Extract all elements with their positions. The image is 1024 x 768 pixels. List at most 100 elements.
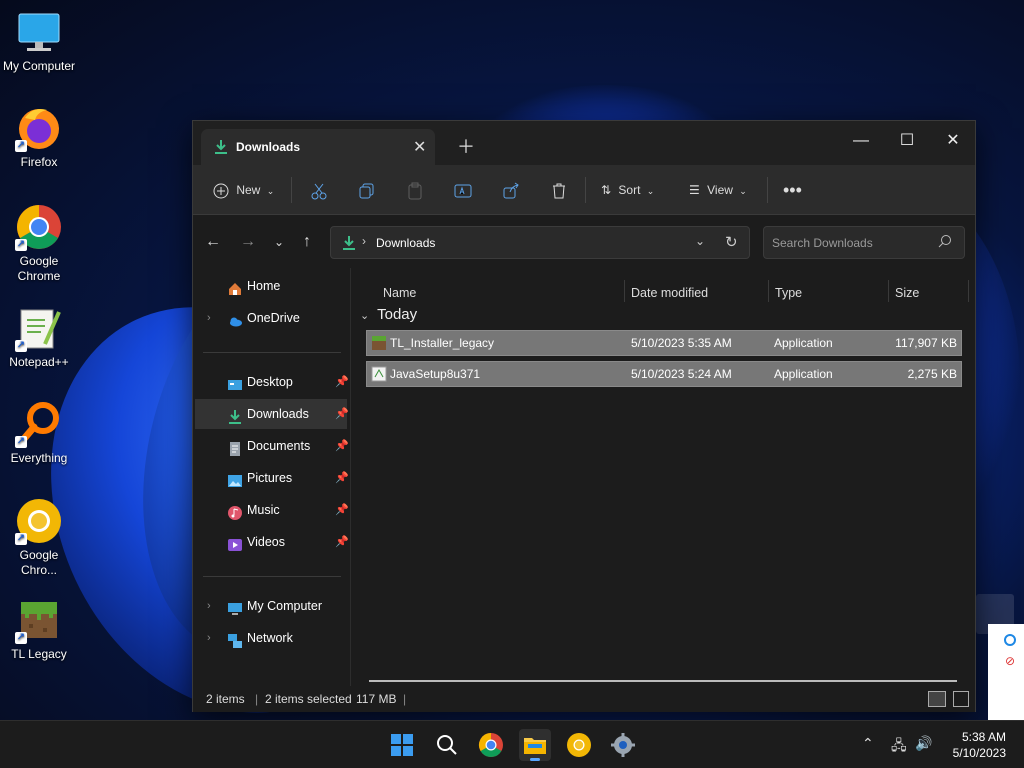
- forward-button[interactable]: →: [238, 232, 258, 252]
- chevron-down-icon: ⌄: [739, 186, 747, 196]
- view-button[interactable]: ☰ View ⌄: [689, 177, 747, 203]
- file-explorer-window: Downloads ✕ ＋ — ☐ ✕ New ⌄ ⇅ Sort ⌄ ☰ Vie…: [192, 120, 976, 712]
- desktop-icon-firefox[interactable]: ↗ Firefox: [2, 104, 76, 170]
- navigation-bar: ← → ⌄ ↑ › Downloads ⌄ ↻ Search Downloads: [193, 216, 975, 268]
- horizontal-scrollbar[interactable]: [369, 680, 957, 682]
- chevron-right-icon[interactable]: ›: [207, 623, 211, 653]
- rename-button[interactable]: [454, 177, 472, 203]
- sidebar-item-label: Videos: [247, 535, 285, 549]
- sidebar-item-documents[interactable]: Documents 📌: [195, 431, 349, 461]
- taskbar-file-explorer[interactable]: [519, 729, 551, 761]
- windows-logo-icon: [391, 734, 413, 756]
- sidebar-item-music[interactable]: Music 📌: [195, 495, 349, 525]
- column-header-size[interactable]: Size: [895, 280, 919, 306]
- sidebar-item-label: My Computer: [247, 599, 323, 613]
- close-tab-icon[interactable]: ✕: [413, 137, 426, 157]
- sidebar-item-label: Pictures: [247, 471, 293, 485]
- status-bar: 2 items | 2 items selected 117 MB |: [193, 686, 975, 712]
- taskbar-settings[interactable]: [607, 729, 639, 761]
- pin-icon[interactable]: 📌: [335, 495, 349, 525]
- taskbar-chrome[interactable]: [475, 729, 507, 761]
- group-header-today[interactable]: ⌄ Today: [360, 306, 417, 323]
- folder-icon: [524, 738, 546, 754]
- search-input[interactable]: Search Downloads: [763, 226, 965, 259]
- network-status-icon[interactable]: 🖧: [891, 735, 907, 759]
- sidebar-item-my-computer[interactable]: › My Computer: [195, 591, 347, 621]
- close-window-button[interactable]: ✕: [931, 127, 975, 155]
- more-options-button[interactable]: •••: [783, 177, 802, 203]
- pin-icon[interactable]: 📌: [335, 463, 349, 493]
- sidebar-item-label: Home: [247, 279, 281, 293]
- desktop-folder-icon: [227, 374, 243, 390]
- sidebar-item-videos[interactable]: Videos 📌: [195, 527, 349, 557]
- sidebar-item-home[interactable]: Home: [195, 271, 347, 301]
- file-row-javasetup[interactable]: JavaSetup8u371 5/10/2023 5:24 AM Applica…: [366, 361, 962, 387]
- chevron-right-icon[interactable]: ›: [207, 303, 211, 333]
- address-bar[interactable]: › Downloads ⌄ ↻: [330, 226, 750, 259]
- download-icon: [213, 139, 229, 155]
- start-button[interactable]: [386, 729, 418, 761]
- desktop-icon-google-chrome[interactable]: ↗ Google Chrome: [2, 203, 76, 284]
- group-label: Today: [377, 306, 418, 323]
- sidebar-item-downloads[interactable]: Downloads 📌: [195, 399, 349, 429]
- command-bar: New ⌄ ⇅ Sort ⌄ ☰ View ⌄ •••: [193, 165, 975, 215]
- up-button[interactable]: ↑: [297, 232, 317, 252]
- chrome-canary-icon: [567, 733, 591, 757]
- desktop-icon-google-chrome-canary[interactable]: ↗ Google Chro...: [2, 497, 76, 578]
- desktop-icon-my-computer[interactable]: My Computer: [2, 8, 76, 74]
- pin-icon[interactable]: 📌: [335, 527, 349, 557]
- cut-button[interactable]: [310, 177, 328, 203]
- share-button[interactable]: [502, 177, 520, 203]
- desktop-icon-label: TL Legacy: [11, 647, 67, 661]
- chevron-right-icon[interactable]: ›: [207, 591, 211, 621]
- new-tab-button[interactable]: ＋: [457, 133, 475, 159]
- file-type: Application: [774, 367, 833, 381]
- grass-block-icon: [371, 335, 387, 351]
- breadcrumb[interactable]: Downloads: [376, 236, 435, 250]
- maximize-button[interactable]: ☐: [885, 127, 929, 155]
- volume-icon[interactable]: 🔊: [915, 735, 932, 752]
- sidebar-item-onedrive[interactable]: › OneDrive: [195, 303, 347, 333]
- desktop-icon-label: My Computer: [2, 59, 76, 73]
- column-header-name[interactable]: Name: [383, 280, 416, 306]
- refresh-icon[interactable]: ↻: [725, 233, 738, 251]
- search-button[interactable]: [431, 729, 463, 761]
- back-button[interactable]: ←: [203, 232, 223, 252]
- selected-count: 2 items selected: [265, 692, 352, 706]
- plus-circle-icon: [213, 183, 232, 199]
- sidebar-item-desktop[interactable]: Desktop 📌: [195, 367, 349, 397]
- desktop-icon-notepad-plus-plus[interactable]: ↗ Notepad++: [2, 304, 76, 370]
- desktop-icon-tl-legacy[interactable]: ↗ TL Legacy: [2, 596, 76, 662]
- delete-button[interactable]: [550, 177, 568, 203]
- pin-icon[interactable]: 📌: [335, 431, 349, 461]
- tab-downloads[interactable]: Downloads ✕: [201, 129, 435, 165]
- file-name: TL_Installer_legacy: [390, 336, 495, 350]
- details-view-icon[interactable]: [928, 691, 946, 707]
- trash-icon: [550, 183, 568, 199]
- column-header-date-modified[interactable]: Date modified: [631, 280, 708, 306]
- desktop-icon-everything[interactable]: ↗ Everything: [2, 400, 76, 466]
- taskbar: ⌃ 🖧 🔊 5:38 AM 5/10/2023: [0, 720, 1024, 768]
- sort-button[interactable]: ⇅ Sort ⌄: [601, 177, 654, 203]
- new-button[interactable]: New ⌄: [213, 177, 274, 203]
- pictures-folder-icon: [227, 470, 243, 487]
- address-dropdown-icon[interactable]: ⌄: [695, 234, 705, 248]
- system-clock[interactable]: 5:38 AM 5/10/2023: [953, 729, 1006, 761]
- file-row-tl-installer[interactable]: TL_Installer_legacy 5/10/2023 5:35 AM Ap…: [366, 330, 962, 356]
- chevron-up-icon[interactable]: ⌃: [862, 735, 874, 752]
- sidebar-item-network[interactable]: › Network: [195, 623, 347, 653]
- downloads-folder-icon: [227, 406, 243, 424]
- tiles-view-icon[interactable]: [953, 691, 969, 707]
- recent-locations-button[interactable]: ⌄: [269, 232, 289, 252]
- minimize-button[interactable]: —: [839, 127, 883, 155]
- pin-icon[interactable]: 📌: [335, 399, 349, 429]
- paste-button[interactable]: [406, 177, 424, 203]
- copy-button[interactable]: [358, 177, 376, 203]
- column-header-type[interactable]: Type: [775, 280, 802, 306]
- taskbar-chrome-canary[interactable]: [563, 729, 595, 761]
- sidebar-item-pictures[interactable]: Pictures 📌: [195, 463, 349, 493]
- pin-icon[interactable]: 📌: [335, 367, 349, 397]
- title-bar: Downloads ✕ ＋ — ☐ ✕: [193, 121, 975, 165]
- copy-icon: [358, 183, 376, 199]
- selected-size: 117 MB: [356, 692, 397, 706]
